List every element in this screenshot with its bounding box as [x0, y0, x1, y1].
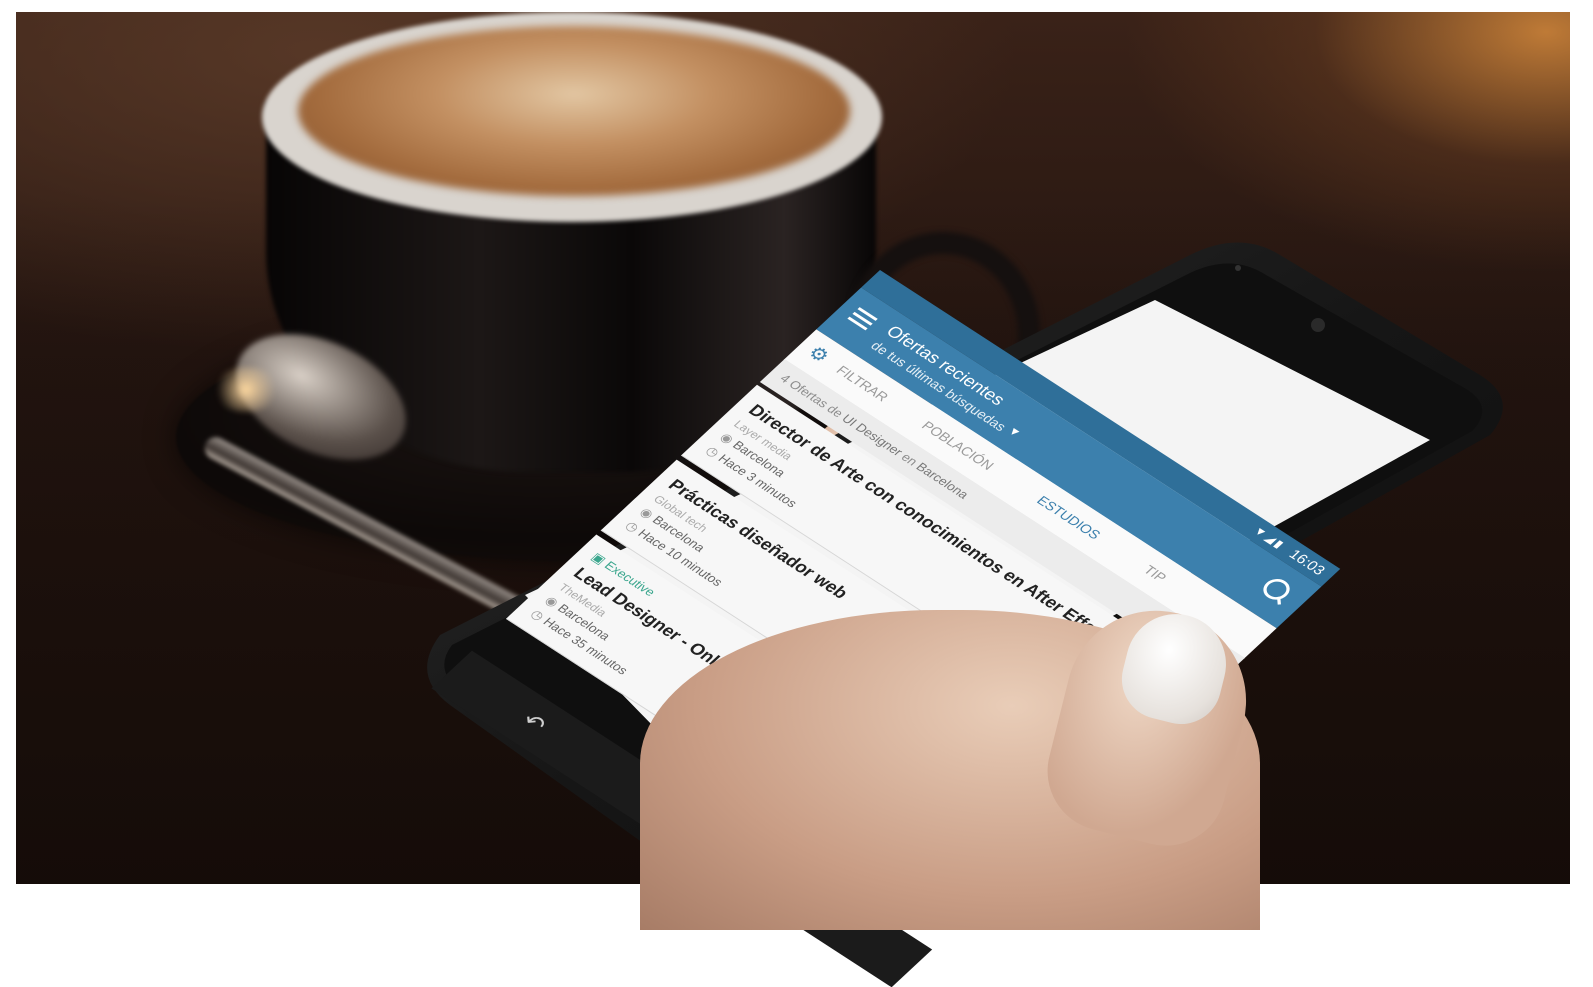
filter-icon[interactable]: ⚙: [803, 341, 843, 372]
chevron-down-icon[interactable]: ▼: [1005, 424, 1025, 440]
latte-foam: [298, 26, 850, 196]
search-icon[interactable]: [1257, 574, 1296, 604]
menu-icon[interactable]: [847, 307, 878, 331]
tab-tipo[interactable]: TIP: [1141, 562, 1170, 584]
back-icon[interactable]: ↶: [515, 708, 553, 738]
light-reflection: [211, 367, 281, 412]
